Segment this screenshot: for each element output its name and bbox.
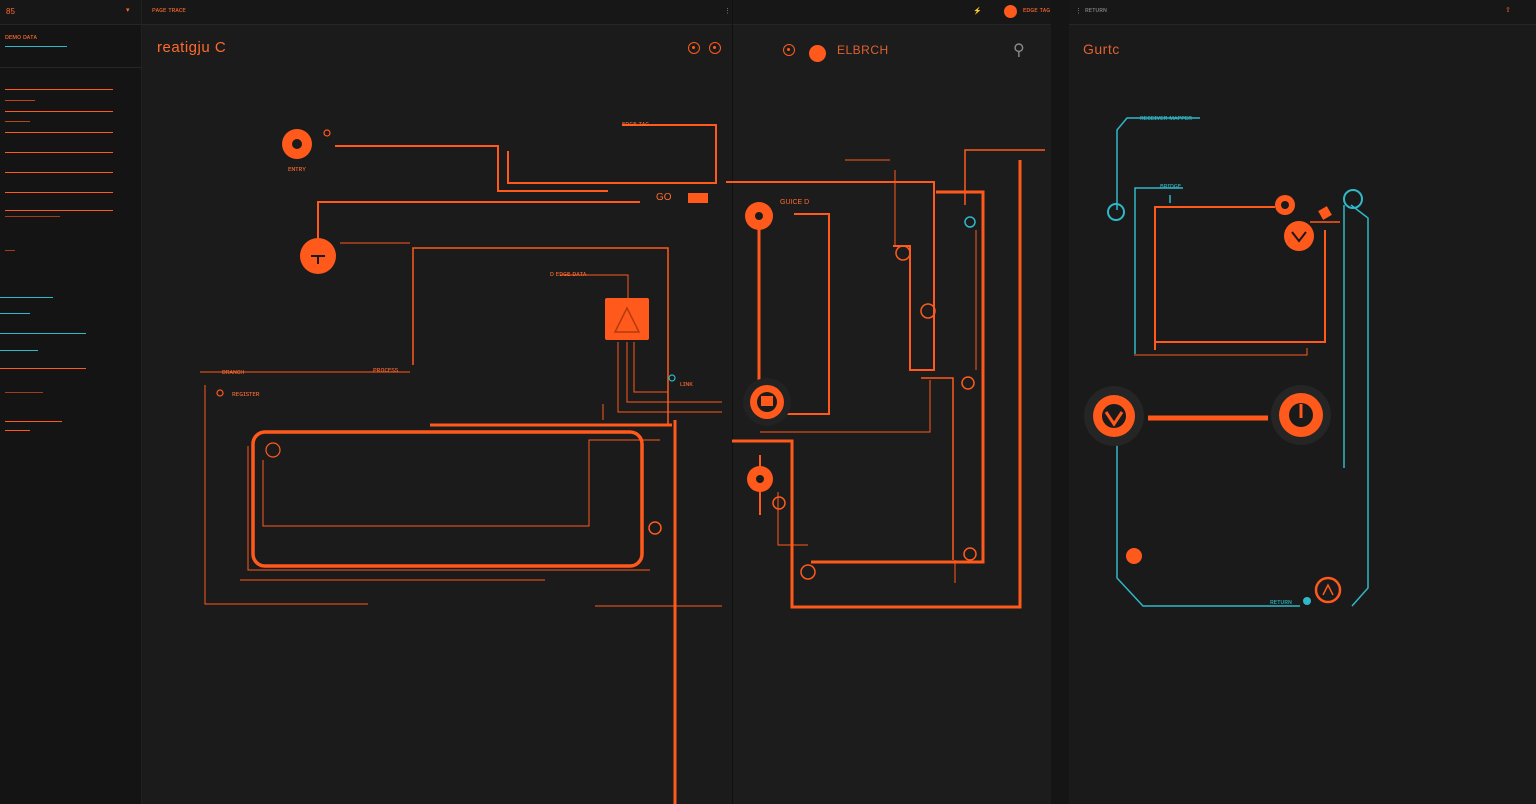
- node-process[interactable]: [605, 298, 649, 340]
- node-entry[interactable]: [282, 129, 312, 159]
- right-tag-c: ʀᴇᴛᴜʀɴ: [1270, 599, 1292, 606]
- right-tag-a: ʀᴇᴄᴇɪᴠᴇʀ ᴍᴀᴘᴘᴇʀ: [1140, 115, 1193, 122]
- misc-glyphs: [216, 129, 676, 458]
- node-right-left-hub[interactable]: [1084, 386, 1144, 446]
- node-go-button[interactable]: [688, 193, 708, 203]
- node-center-a[interactable]: [745, 202, 773, 230]
- node-right-top[interactable]: [1275, 195, 1332, 251]
- center-node-label: GUICE D: [780, 199, 810, 206]
- node-graph-canvas[interactable]: [0, 0, 1536, 804]
- node-label-stack: ʀᴇɢɪsᴛᴇʀ: [232, 391, 260, 398]
- node-right-right-hub[interactable]: [1271, 385, 1331, 445]
- node-label-flow-a: ᴅ ᴇᴅɢᴇ ᴅᴀᴛᴀ: [550, 271, 587, 278]
- node-label-link: ʟɪɴᴋ: [680, 381, 693, 388]
- node-label-branch: ʙʀᴀɴᴄʜ: [222, 369, 245, 376]
- node-center-b[interactable]: [747, 466, 773, 492]
- right-tag-b: ʙʀɪᴅɢᴇ: [1160, 183, 1182, 190]
- node-label-entry: ᴇɴᴛʀʏ: [288, 166, 306, 173]
- small-nodes[interactable]: [772, 245, 977, 580]
- edges-teal: [1116, 117, 1369, 607]
- node-right-bottom[interactable]: [1126, 548, 1342, 604]
- node-link[interactable]: [648, 521, 662, 535]
- node-label-flow-b: ᴇᴅɢᴇ ᴛᴀɢ: [622, 121, 650, 128]
- node-branch[interactable]: [300, 238, 336, 274]
- node-label-stage: ᴘʀᴏᴄᴇss: [373, 367, 399, 374]
- go-button-label[interactable]: GO: [656, 192, 672, 203]
- node-center-hub[interactable]: [743, 378, 791, 426]
